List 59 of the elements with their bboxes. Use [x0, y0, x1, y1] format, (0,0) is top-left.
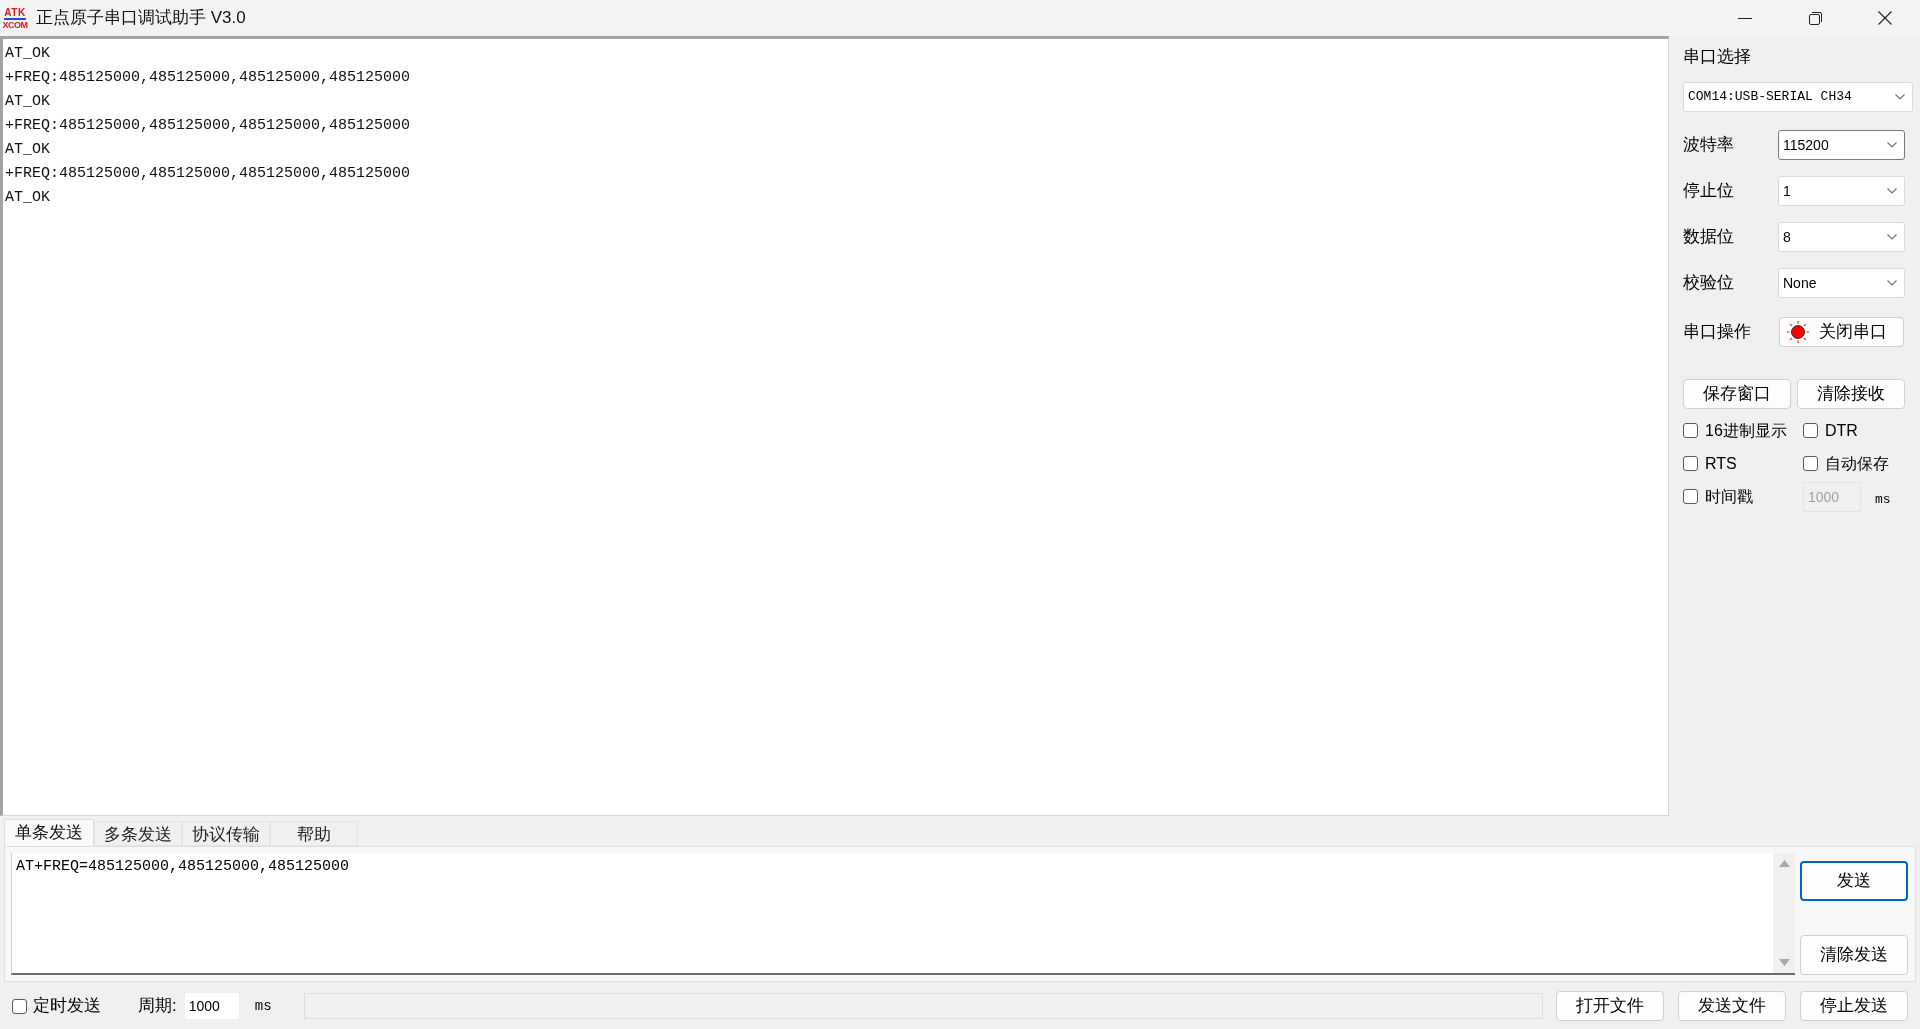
checkbox-label: RTS [1705, 453, 1737, 474]
log-line: +FREQ:485125000,485125000,485125000,485125000 [5, 164, 412, 184]
field-label: 波特率 [1683, 134, 1735, 157]
tab[interactable]: 协议传输 [182, 821, 270, 846]
close-port-button[interactable]: 关闭串口 [1779, 317, 1904, 347]
logo-text: ATK [4, 6, 26, 18]
minimize-icon [1738, 17, 1752, 19]
checkbox[interactable] [1803, 456, 1818, 471]
unit-label: ms [254, 996, 272, 1016]
checkbox[interactable] [12, 998, 27, 1014]
receive-action-button[interactable]: 保存窗口 [1683, 379, 1791, 409]
tab[interactable]: 帮助 [270, 821, 358, 846]
send-text-field[interactable]: AT+FREQ=485125000,485125000,485125000 [11, 853, 1795, 975]
field-label: 校验位 [1683, 272, 1735, 295]
log-line: AT_OK [5, 44, 51, 64]
window-title: 正点原子串口调试助手 V3.0 [36, 7, 246, 30]
checkbox-label: 定时发送 [33, 995, 101, 1018]
period-input-field[interactable]: 1000 [184, 993, 239, 1019]
receive-text-area[interactable]: AT_OK +FREQ:485125000,485125000,485125000,485125000 AT_OK +FREQ:485125000,485125000,485125000,485125000 AT_OK +FREQ:485125000,485125000,485125000,485125000 AT_OK [0, 36, 1669, 816]
clear-send-button[interactable]: 清除发送 [1800, 935, 1908, 975]
checkbox-label: 自动保存 [1825, 453, 1889, 474]
log-line: AT_OK [5, 188, 51, 208]
chevron-down-icon [1887, 142, 1897, 148]
log-line: AT_OK [5, 140, 51, 160]
field-label: 串口选择 [1683, 46, 1752, 68]
dropdown-select[interactable]: 8 [1778, 222, 1905, 252]
checkbox[interactable] [1683, 456, 1698, 471]
checkbox[interactable] [1803, 423, 1818, 438]
field-label: 周期: [138, 995, 177, 1018]
checkbox[interactable] [1683, 489, 1698, 504]
tab[interactable]: 多条发送 [94, 821, 182, 846]
log-line: +FREQ:485125000,485125000,485125000,485125000 [5, 68, 412, 88]
file-action-button[interactable]: 打开文件 [1556, 991, 1664, 1021]
log-line: AT_OK [5, 92, 51, 112]
field-label: 串口操作 [1683, 321, 1752, 344]
logo-text: XCOM [2, 19, 28, 30]
chevron-down-icon [1887, 234, 1897, 240]
checkbox-label: DTR [1825, 420, 1858, 441]
unit-label: ms [1875, 490, 1891, 509]
field-label: 数据位 [1683, 226, 1735, 249]
file-action-button[interactable]: 停止发送 [1800, 991, 1908, 1021]
checkbox-label: 时间戳 [1705, 486, 1753, 507]
receive-action-button[interactable]: 清除接收 [1797, 379, 1905, 409]
send-button[interactable]: 发送 [1800, 861, 1908, 901]
tab[interactable]: 单条发送 [4, 819, 94, 846]
checkbox[interactable] [1683, 423, 1698, 438]
port-select[interactable]: COM14:USB-SERIAL CH34 [1683, 82, 1913, 112]
close-icon [1878, 11, 1892, 25]
dropdown-select[interactable]: 1 [1778, 176, 1905, 206]
log-line: +FREQ:485125000,485125000,485125000,485125000 [5, 116, 412, 136]
restore-icon [1808, 11, 1822, 25]
chevron-down-icon [1887, 280, 1897, 286]
chevron-down-icon [1887, 188, 1897, 194]
field-label: 停止位 [1683, 180, 1735, 203]
dropdown-select[interactable]: 115200 [1778, 130, 1905, 160]
checkbox-label: 16进制显示 [1705, 420, 1787, 441]
chevron-down-icon [1895, 94, 1905, 100]
file-action-button[interactable]: 发送文件 [1678, 991, 1786, 1021]
dropdown-select[interactable]: None [1778, 268, 1905, 298]
